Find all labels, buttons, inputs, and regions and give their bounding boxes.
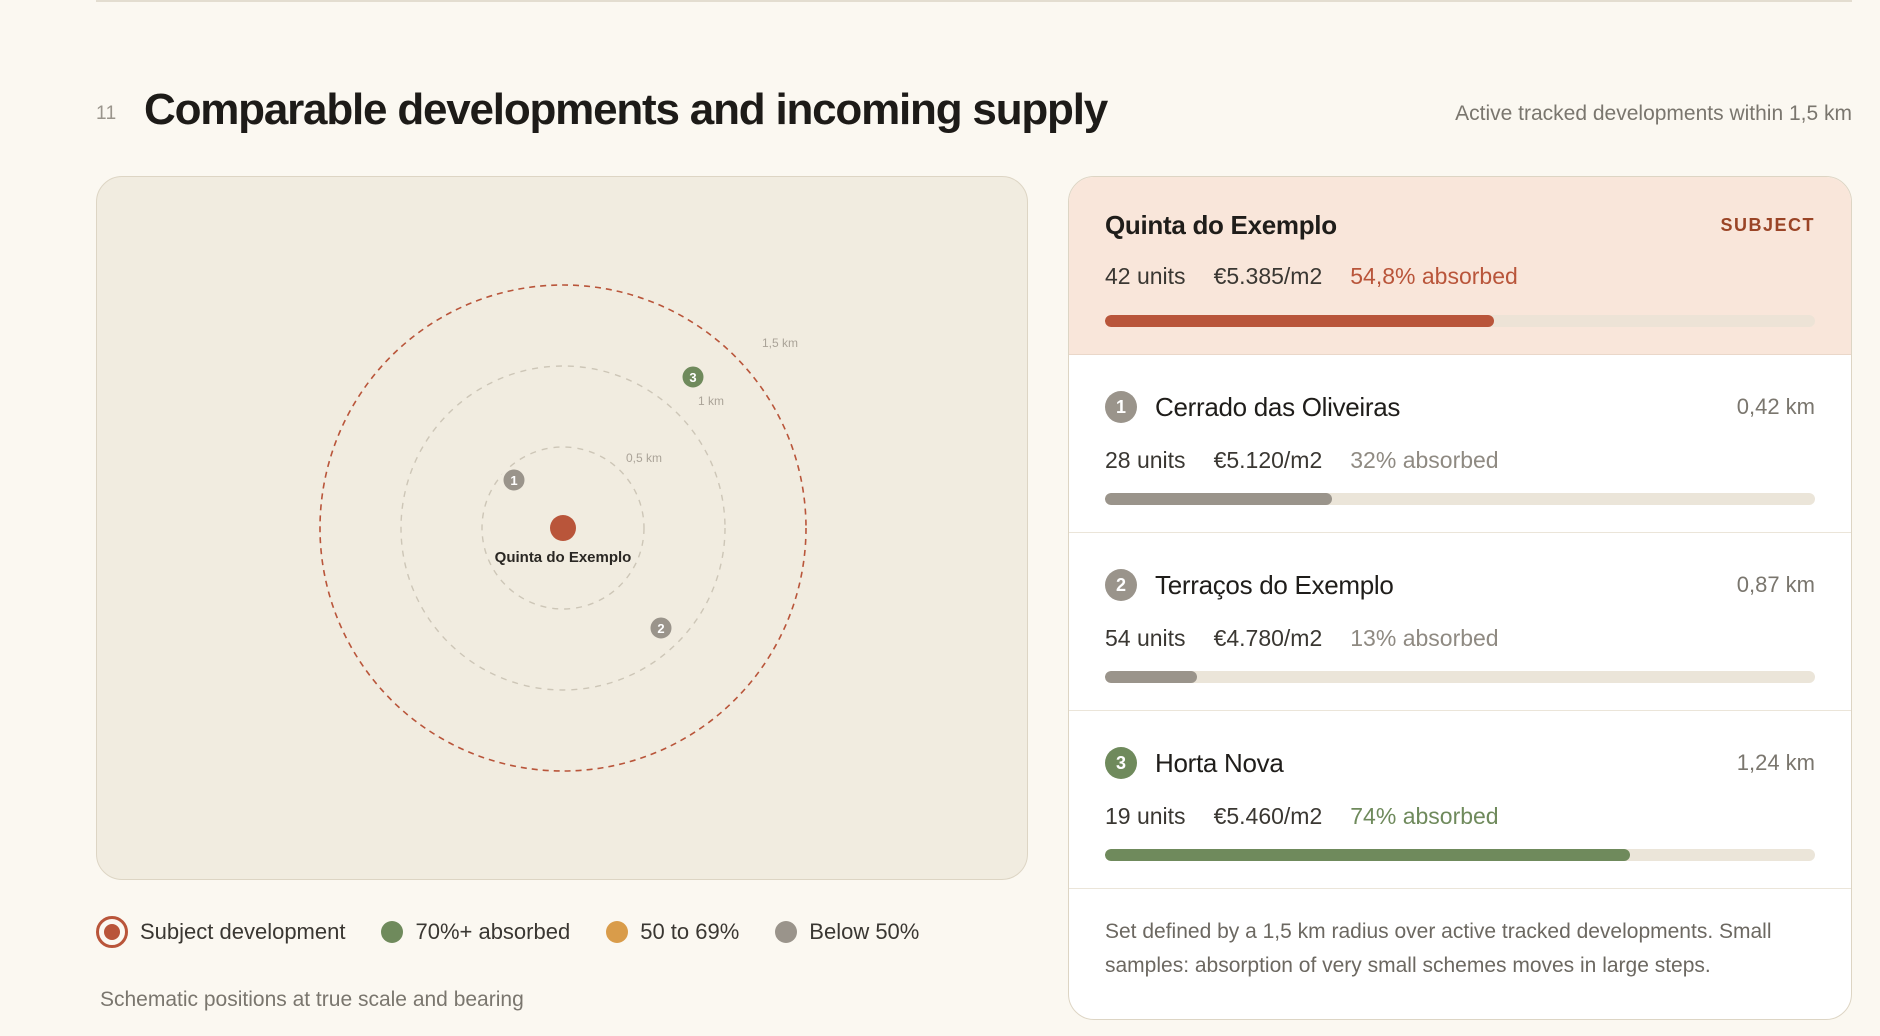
absorption-bar [1105,671,1815,683]
section-header: 11 Comparable developments and incoming … [96,80,1852,140]
list-footnote: Set defined by a 1,5 km radius over acti… [1105,920,1772,977]
subject-ring-icon [96,916,128,948]
development-name: Quinta do Exemplo [1105,209,1337,240]
absorbed-text: 54,8% absorbed [1350,263,1518,289]
absorption-bar-fill [1105,849,1631,861]
subject-marker-label: Quinta do Exemplo [495,549,632,566]
radius-ring-label: 1 km [698,394,724,408]
development-name: Terraços do Exemplo [1155,569,1394,600]
comparable-row[interactable]: 1 Cerrado das Oliveiras 0,42 km 28 units… [1069,355,1851,533]
legend-item-subject: Subject development [96,916,345,948]
green-dot-icon [381,921,404,943]
developments-list: Quinta do Exemplo SUBJECT 42 units €5.38… [1068,176,1852,1020]
legend-label: Below 50% [809,919,920,944]
price-per-m2: €5.385/m2 [1213,263,1323,289]
absorbed-text: 13% absorbed [1350,625,1499,651]
radius-ring-label: 0,5 km [626,451,662,465]
absorbed-text: 32% absorbed [1350,447,1499,473]
subject-marker [550,515,576,541]
comparable-marker-label: 3 [689,370,696,385]
absorption-bar [1105,493,1815,505]
map-card: 0,5 km 1 km 1,5 km 1 2 3 Quinta do Exemplo [96,176,1028,880]
absorption-bar [1105,315,1815,327]
units-count: 28 units [1105,447,1186,473]
map-legend: Subject development 70%+ absorbed 50 to … [96,914,955,950]
index-badge: 2 [1105,569,1137,601]
comparable-marker-label: 2 [657,621,664,636]
section-number: 11 [96,103,117,124]
absorption-bar-fill [1105,671,1198,683]
distance-text: 1,24 km [1736,750,1815,775]
absorption-bar-fill [1105,493,1333,505]
index-badge: 3 [1105,747,1137,779]
legend-item-low: Below 50% [775,919,919,945]
radius-ring-label: 1,5 km [762,336,798,350]
subject-tag: SUBJECT [1720,214,1815,235]
absorption-bar [1105,849,1815,861]
absorption-bar-fill [1105,315,1495,327]
comparable-marker-label: 1 [510,473,517,488]
units-count: 42 units [1105,263,1186,289]
top-divider [96,0,1852,2]
distance-text: 0,87 km [1736,572,1815,597]
subject-row[interactable]: Quinta do Exemplo SUBJECT 42 units €5.38… [1069,177,1851,355]
section-meta: Active tracked developments within 1,5 k… [1455,102,1852,125]
grey-dot-icon [775,921,798,943]
development-name: Cerrado das Oliveiras [1155,391,1401,422]
legend-label: 50 to 69% [640,919,740,944]
price-per-m2: €5.120/m2 [1213,447,1323,473]
section-title: Comparable developments and incoming sup… [144,85,1108,134]
price-per-m2: €5.460/m2 [1213,803,1323,829]
development-name: Horta Nova [1155,747,1284,778]
comparable-row[interactable]: 3 Horta Nova 1,24 km 19 units €5.460/m2 … [1069,711,1851,889]
index-badge: 1 [1105,391,1137,423]
legend-item-high: 70%+ absorbed [381,919,570,945]
absorbed-text: 74% absorbed [1350,803,1499,829]
units-count: 19 units [1105,803,1186,829]
legend-label: 70%+ absorbed [415,919,571,944]
map-note: Schematic positions at true scale and be… [100,988,524,1011]
amber-dot-icon [606,921,629,943]
comparable-row[interactable]: 2 Terraços do Exemplo 0,87 km 54 units €… [1069,533,1851,711]
legend-item-mid: 50 to 69% [606,919,739,945]
units-count: 54 units [1105,625,1186,651]
price-per-m2: €4.780/m2 [1213,625,1323,651]
radius-map: 0,5 km 1 km 1,5 km 1 2 3 Quinta do Exemplo [319,284,807,772]
distance-text: 0,42 km [1736,394,1815,419]
legend-label: Subject development [140,919,346,944]
